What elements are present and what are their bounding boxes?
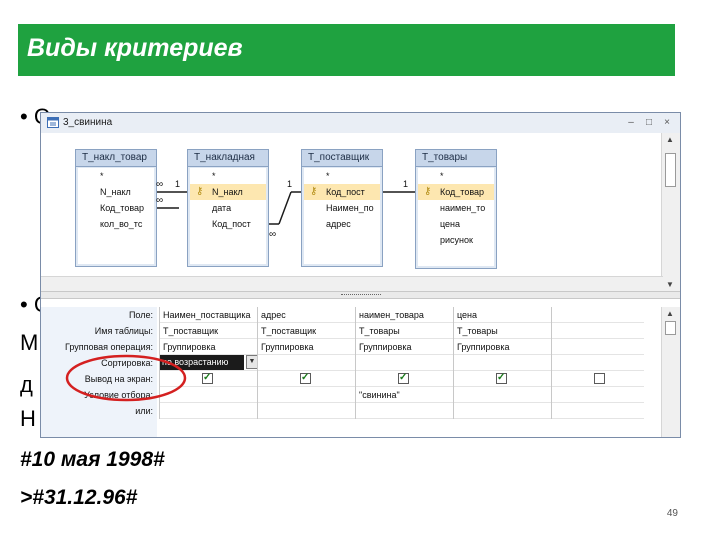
window-title: 3_свинина [63, 117, 113, 128]
many-symbol: ∞ [156, 179, 163, 190]
scroll-down-icon[interactable]: ▼ [666, 280, 674, 289]
grid-cell-or[interactable] [356, 403, 453, 419]
grid-cell-criteria[interactable] [258, 387, 355, 403]
grid-cell-group[interactable] [552, 339, 644, 355]
scroll-thumb[interactable] [665, 153, 676, 187]
show-checkbox[interactable] [594, 373, 605, 384]
grid-vertical-scrollbar[interactable]: ▲ [661, 307, 680, 437]
grid-column: наимен_товара Т_товары Группировка "свин… [355, 307, 453, 419]
row-label-table: Имя таблицы: [94, 326, 153, 336]
grid-cell-show [454, 371, 551, 387]
row-label-or: или: [135, 406, 153, 416]
one-symbol: 1 [403, 179, 408, 189]
grid-cell-show [552, 371, 644, 387]
scroll-up-icon[interactable]: ▲ [666, 135, 674, 144]
grid-cell-sort[interactable] [454, 355, 551, 371]
grid-cell-show [258, 371, 355, 387]
maximize-button[interactable]: □ [642, 116, 656, 130]
one-symbol: 1 [175, 179, 180, 189]
scroll-up-icon[interactable]: ▲ [666, 309, 674, 318]
grid-cell-field[interactable]: Наимен_поставщика [160, 307, 257, 323]
grid-cell-table[interactable]: Т_поставщик [160, 323, 257, 339]
show-checkbox[interactable] [398, 371, 409, 386]
grid-cell-show [356, 371, 453, 387]
grid-column: цена Т_товары Группировка [453, 307, 551, 419]
window-titlebar[interactable]: 3_свинина – □ × [41, 113, 680, 134]
many-symbol: ∞ [156, 195, 163, 206]
grid-cell-criteria[interactable]: "свинина" [356, 387, 453, 403]
show-checkbox[interactable] [202, 371, 213, 386]
table-diagram-pane: Т_накл_товар * N_накл Код_товар кол_во_т… [41, 133, 663, 291]
grid-column: адрес Т_поставщик Группировка [257, 307, 355, 419]
grid-cell-or[interactable] [552, 403, 644, 419]
highlight-circle [65, 354, 187, 402]
grid-cell-sort[interactable] [552, 355, 644, 371]
row-label-field: Поле: [128, 310, 153, 320]
grid-cell-field[interactable]: цена [454, 307, 551, 323]
grid-cell-table[interactable]: Т_поставщик [258, 323, 355, 339]
one-symbol: 1 [287, 179, 292, 189]
grid-cell-field[interactable] [552, 307, 644, 323]
text-fragment-m: М [20, 330, 39, 355]
many-symbol: ∞ [269, 229, 276, 240]
slide-title-bar: Виды критериев [18, 24, 675, 76]
grid-cell-or[interactable] [258, 403, 355, 419]
grid-cell-or[interactable] [454, 403, 551, 419]
grid-cell-group[interactable]: Группировка [258, 339, 355, 355]
text-fragment-n: Н [20, 406, 36, 431]
criteria-example-greater-date: >#31.12.96# [20, 486, 138, 509]
grid-cell-criteria[interactable] [552, 387, 644, 403]
diagram-horizontal-scrollbar[interactable] [41, 276, 663, 291]
grid-cell-field[interactable]: наимен_товара [356, 307, 453, 323]
grid-cell-field[interactable]: адрес [258, 307, 355, 323]
scroll-thumb[interactable] [665, 321, 676, 335]
splitter-grip[interactable] [341, 294, 381, 297]
diagram-vertical-scrollbar[interactable]: ▲ ▼ [661, 133, 680, 291]
slide-title: Виды критериев [27, 34, 243, 62]
grid-cell-or[interactable] [160, 403, 257, 419]
show-checkbox[interactable] [496, 371, 507, 386]
pane-splitter[interactable] [41, 291, 680, 299]
grid-cell-group[interactable]: Группировка [454, 339, 551, 355]
grid-cell-criteria[interactable] [454, 387, 551, 403]
show-checkbox[interactable] [300, 371, 311, 386]
grid-cell-table[interactable]: Т_товары [356, 323, 453, 339]
grid-cell-group[interactable]: Группировка [356, 339, 453, 355]
close-button[interactable]: × [660, 116, 674, 130]
criteria-example-date: #10 мая 1998# [20, 448, 165, 471]
text-fragment-d: д [20, 372, 33, 397]
page-number: 49 [666, 508, 678, 519]
chevron-down-icon[interactable]: ▼ [246, 355, 257, 369]
grid-column [551, 307, 644, 419]
query-icon [47, 117, 59, 128]
minimize-button[interactable]: – [624, 116, 638, 130]
grid-cell-table[interactable] [552, 323, 644, 339]
grid-cell-table[interactable]: Т_товары [454, 323, 551, 339]
relationship-lines: ∞ ∞ 1 ∞ 1 1 [156, 179, 415, 240]
grid-cell-sort[interactable] [356, 355, 453, 371]
grid-cell-sort[interactable] [258, 355, 355, 371]
